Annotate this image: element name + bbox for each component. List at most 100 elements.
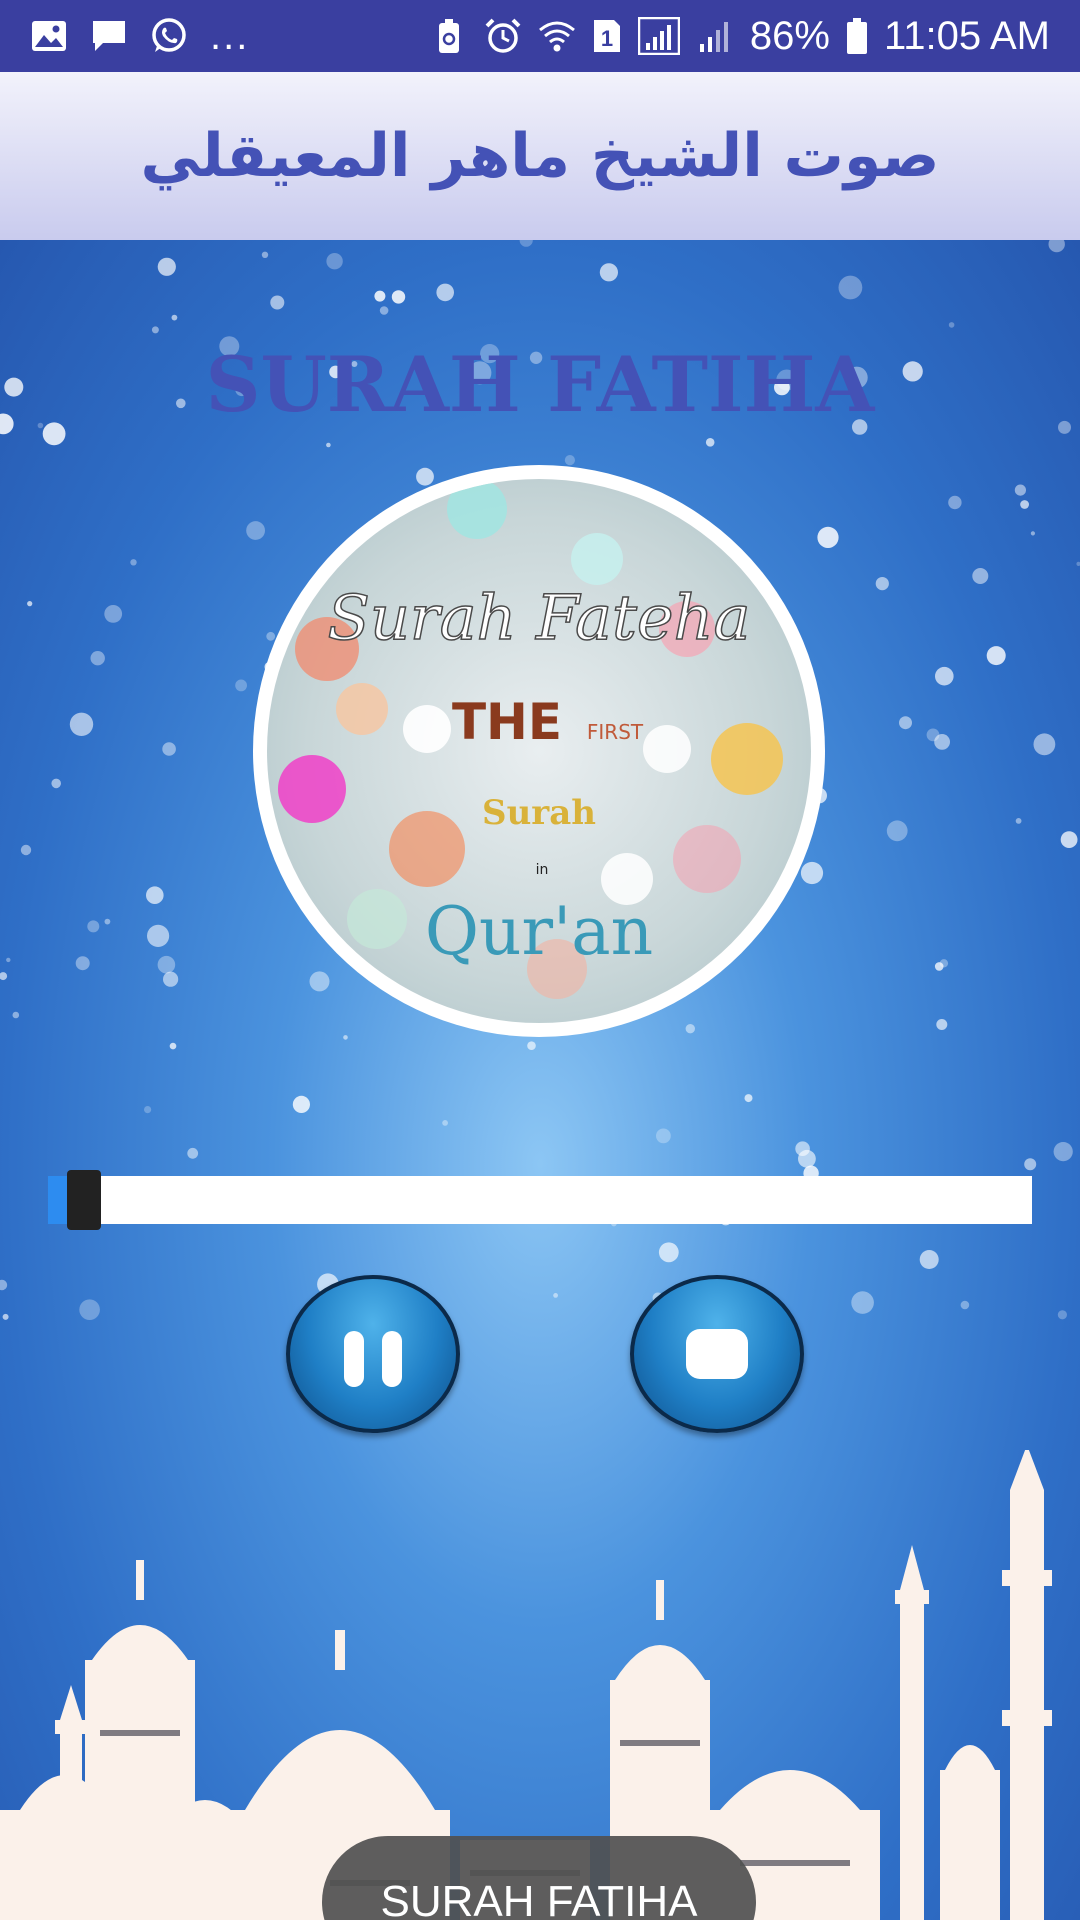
snowflake — [1048, 240, 1065, 253]
snowflake — [1033, 733, 1056, 756]
snowflake — [171, 314, 178, 321]
snowflake — [1024, 1158, 1037, 1171]
snowflake — [0, 972, 8, 981]
battery-saver-icon — [430, 17, 468, 55]
snowflake — [391, 290, 406, 304]
snowflake — [948, 495, 962, 510]
message-icon — [90, 17, 128, 55]
snowflake — [235, 679, 248, 692]
gallery-icon — [30, 17, 68, 55]
snowflake — [157, 257, 176, 276]
svg-text:Surah: Surah — [482, 793, 596, 833]
snowflake — [658, 1242, 679, 1263]
svg-text:1: 1 — [601, 26, 613, 51]
snowflake — [75, 956, 90, 971]
player-screen: SURAH FATIHA Surah Fateha THE FIRST Sura… — [0, 240, 1080, 1920]
whatsapp-icon — [150, 17, 188, 55]
snowflake — [374, 290, 386, 302]
snowflake — [157, 955, 176, 974]
snowflake — [1053, 1142, 1073, 1162]
battery-icon — [846, 17, 868, 55]
snowflake — [87, 920, 100, 933]
snowflake — [986, 646, 1006, 666]
snowflake — [343, 1035, 348, 1040]
snowflake — [1057, 1310, 1067, 1320]
snowflake — [886, 820, 908, 842]
sim-1-icon: 1 — [592, 17, 622, 55]
snowflake — [948, 322, 955, 328]
snowflake — [960, 1300, 970, 1310]
surah-title: SURAH FATIHA — [205, 340, 875, 429]
snowflake — [261, 251, 269, 258]
app-title: صوت الشيخ ماهر المعيقلي — [140, 121, 940, 191]
svg-text:THE: THE — [452, 693, 562, 751]
svg-text:FIRST: FIRST — [587, 720, 644, 744]
snowflake — [919, 1250, 939, 1269]
stop-button[interactable] — [630, 1275, 804, 1433]
status-left: ... — [30, 14, 249, 59]
snowflake — [151, 326, 159, 334]
snowflake — [553, 1293, 558, 1298]
svg-text:in: in — [536, 862, 549, 878]
notification-overflow: ... — [210, 13, 250, 58]
seek-bar[interactable] — [48, 1170, 1032, 1230]
battery-percent: 86% — [749, 13, 830, 58]
snowflake — [744, 1094, 753, 1103]
snowflake — [939, 959, 949, 968]
snowflake — [104, 918, 111, 925]
snowflake — [144, 1106, 152, 1114]
snowflake — [564, 455, 576, 466]
snowflake — [656, 1128, 671, 1144]
cover-art: Surah Fateha THE FIRST Surah in Qur'an — [267, 479, 811, 1023]
snowflake — [436, 283, 455, 302]
snowflake — [519, 240, 533, 247]
snowflake — [1060, 831, 1078, 848]
toast-message: SURAH FATIHA — [322, 1836, 756, 1920]
snowflake — [1076, 561, 1080, 566]
snowflake — [90, 651, 105, 666]
snowflake — [838, 275, 863, 300]
snowflake — [326, 253, 343, 270]
snowflake — [899, 716, 912, 730]
snowflake — [972, 568, 989, 584]
seek-thumb[interactable] — [67, 1170, 101, 1230]
status-bar: ... 1 86% 11:05 AM — [0, 0, 1080, 72]
snowflake — [246, 521, 265, 540]
snowflake — [1030, 531, 1035, 536]
snowflake — [1015, 818, 1022, 824]
snowflake — [27, 601, 33, 607]
snowflake — [6, 957, 11, 963]
snowflake — [104, 605, 123, 623]
signal-icon — [637, 17, 680, 55]
stop-icon — [686, 1329, 748, 1379]
alarm-icon — [484, 17, 522, 55]
snowflake — [379, 306, 389, 315]
status-right: 1 86% 11:05 AM — [430, 14, 1050, 59]
snowflake — [130, 559, 137, 566]
snowflake — [0, 1279, 8, 1291]
snowflake — [162, 742, 176, 756]
svg-text:Qur'an: Qur'an — [425, 893, 653, 970]
pause-button[interactable] — [286, 1275, 460, 1433]
snowflake — [2, 1313, 9, 1320]
snowflake — [442, 1120, 448, 1126]
snowflake — [851, 1291, 874, 1314]
snowflake — [935, 666, 954, 686]
snowflake — [69, 712, 94, 736]
clock: 11:05 AM — [883, 13, 1050, 58]
album-cover: Surah Fateha THE FIRST Surah in Qur'an — [253, 465, 825, 1037]
wifi-icon — [538, 17, 576, 55]
snowflake — [163, 971, 179, 987]
signal-2-icon — [696, 17, 734, 55]
snowflake — [875, 577, 889, 591]
snowflake — [599, 263, 619, 282]
snowflake — [12, 1011, 20, 1019]
snowflake — [292, 1095, 310, 1113]
snowflake — [270, 295, 285, 310]
snowflake — [20, 844, 32, 856]
snowflake — [187, 1147, 199, 1159]
svg-text:Surah Fateha: Surah Fateha — [328, 581, 751, 654]
app-bar: صوت الشيخ ماهر المعيقلي — [0, 72, 1080, 240]
snowflake — [926, 728, 940, 742]
snowflake — [936, 1019, 948, 1030]
